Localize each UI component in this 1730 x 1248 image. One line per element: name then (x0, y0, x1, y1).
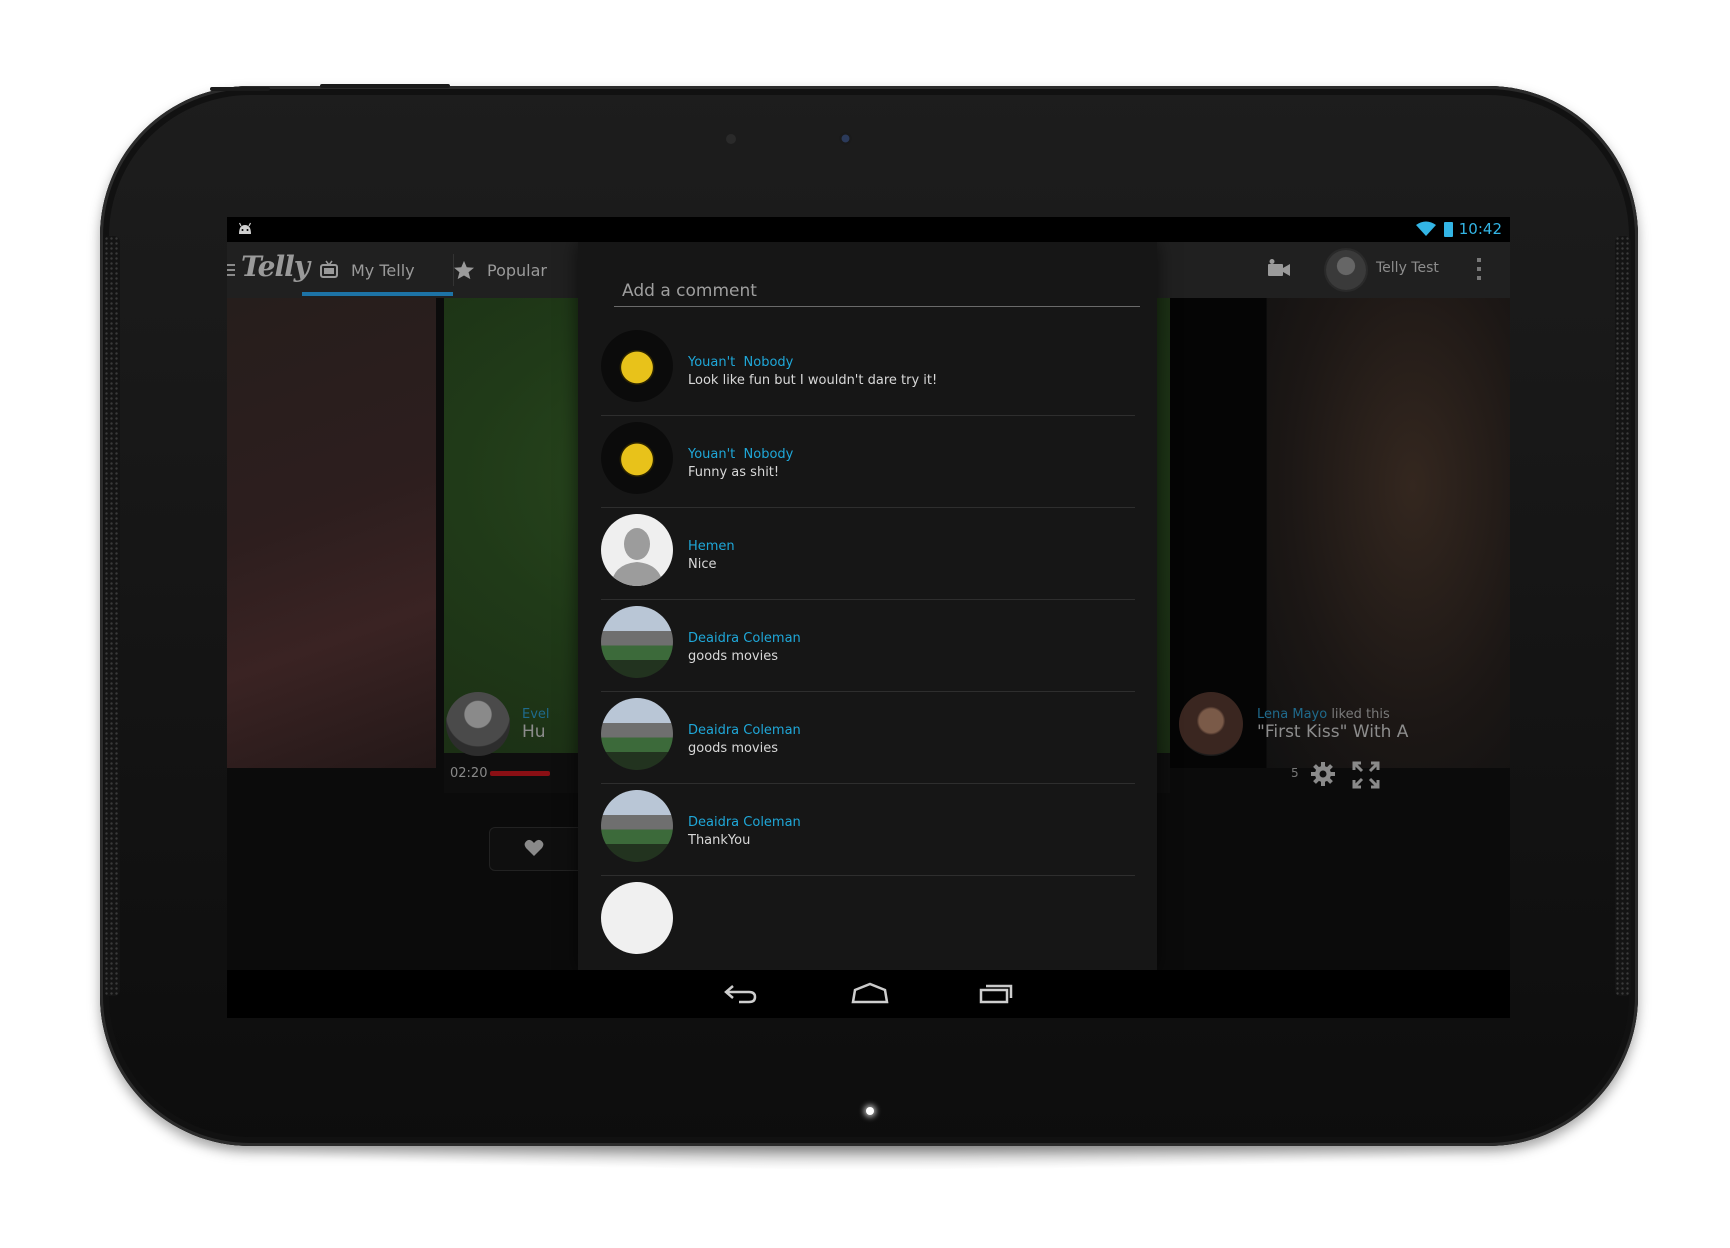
feed-action: liked this (1327, 707, 1390, 722)
comment-item[interactable]: Deaidra Coleman goods movies (601, 684, 1135, 784)
android-icon (238, 222, 252, 234)
star-icon (454, 260, 474, 280)
feed-video-title[interactable]: "First Kiss" With A (1257, 722, 1408, 742)
user-name[interactable]: Telly Test (1376, 260, 1439, 276)
commenter-avatar[interactable] (601, 698, 673, 770)
gear-icon[interactable] (1310, 761, 1336, 787)
player-progress-bar[interactable] (490, 771, 550, 776)
feed-avatar[interactable] (1179, 692, 1243, 756)
feed-avatar[interactable] (446, 692, 510, 756)
screen: 10:42 Telly My Telly Popular Telly Test … (227, 217, 1510, 1018)
front-camera (839, 132, 852, 145)
commenter-avatar[interactable] (601, 882, 673, 954)
commenter-name[interactable]: Youan't Nobody (688, 355, 793, 370)
player-elapsed-time: 02:20 (450, 766, 488, 781)
tab-popular[interactable]: Popular (453, 242, 547, 298)
comment-text: ThankYou (688, 833, 751, 848)
tab-my-telly[interactable]: My Telly (319, 242, 415, 298)
drawer-icon[interactable] (227, 264, 235, 276)
comment-item[interactable] (601, 868, 1135, 968)
light-sensor (726, 134, 736, 144)
comment-text: Look like fun but I wouldn't dare try it… (688, 373, 938, 388)
commenter-avatar[interactable] (601, 422, 673, 494)
wifi-icon (1416, 221, 1436, 236)
comment-text: Nice (688, 557, 717, 572)
comment-text: Funny as shit! (688, 465, 780, 480)
commenter-name[interactable]: Deaidra Coleman (688, 815, 801, 830)
comment-item[interactable]: Deaidra Coleman goods movies (601, 592, 1135, 692)
commenter-name[interactable]: Deaidra Coleman (688, 723, 801, 738)
tab-selected-indicator (302, 292, 453, 296)
feed-activity: Lena Mayo liked this (1257, 707, 1390, 722)
comment-input[interactable] (614, 276, 1140, 307)
clock: 10:42 (1458, 220, 1502, 238)
commenter-avatar[interactable] (601, 514, 673, 586)
feed-video-title[interactable]: Hu (522, 722, 546, 742)
home-icon[interactable] (851, 980, 889, 1006)
right-speaker-grille (1615, 236, 1631, 996)
volume-button (210, 87, 270, 91)
comments-dialog: Youan't Nobody Look like fun but I would… (578, 242, 1157, 970)
battery-icon (1444, 222, 1453, 237)
left-speaker-grille (104, 236, 120, 996)
recents-icon[interactable] (979, 980, 1015, 1006)
commenter-avatar[interactable] (601, 790, 673, 862)
comment-item[interactable]: Hemen Nice (601, 500, 1135, 600)
app-logo[interactable]: Telly (241, 250, 310, 283)
user-avatar[interactable] (1326, 250, 1366, 290)
video-thumbnail-right[interactable] (1267, 298, 1510, 768)
overflow-icon[interactable] (1477, 258, 1481, 280)
navigation-bar (227, 970, 1510, 1018)
comment-text: goods movies (688, 649, 779, 664)
commenter-avatar[interactable] (601, 606, 673, 678)
tv-icon (320, 260, 338, 278)
player-duration: 5 (1291, 766, 1299, 780)
tab-label: Popular (487, 260, 547, 280)
commenter-avatar[interactable] (601, 330, 673, 402)
notification-led (866, 1107, 874, 1115)
heart-icon[interactable] (524, 839, 544, 857)
commenter-name[interactable]: Hemen (688, 539, 735, 554)
video-thumbnail-left[interactable] (227, 298, 436, 768)
fullscreen-icon[interactable] (1352, 761, 1380, 789)
camcorder-icon[interactable] (1267, 258, 1291, 280)
commenter-name[interactable]: Youan't Nobody (688, 447, 793, 462)
comment-item[interactable]: Deaidra Coleman ThankYou (601, 776, 1135, 876)
commenter-name[interactable]: Deaidra Coleman (688, 631, 801, 646)
status-bar: 10:42 (227, 217, 1510, 242)
feed-user-name[interactable]: Evel (522, 707, 550, 722)
comment-item[interactable]: Youan't Nobody Funny as shit! (601, 408, 1135, 508)
default-avatar-icon (611, 528, 663, 586)
tab-label: My Telly (351, 260, 415, 280)
feed-user-name[interactable]: Lena Mayo (1257, 707, 1327, 722)
comment-text: goods movies (688, 741, 779, 756)
comment-item[interactable]: Youan't Nobody Look like fun but I would… (601, 316, 1135, 416)
back-icon[interactable] (723, 980, 759, 1006)
power-button (320, 84, 450, 88)
